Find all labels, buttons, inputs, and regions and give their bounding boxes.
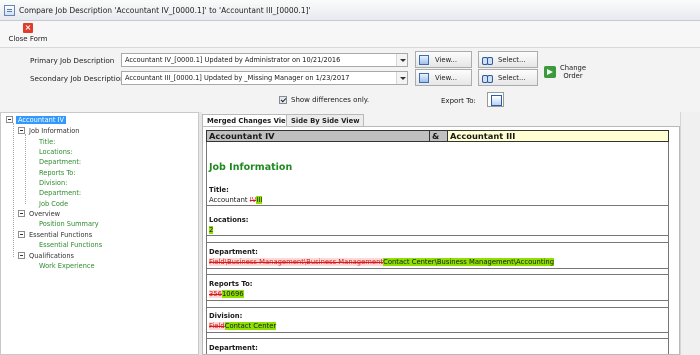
tree-item-work-experience[interactable]: Work Experience [39,262,95,270]
title-field-value: Accountant IVIII [209,196,263,204]
close-form-button[interactable]: × Close Form [8,23,48,45]
tree-item-title[interactable]: Title: [39,138,55,146]
collapse-toggle-icon[interactable] [18,252,25,259]
row-divider [206,242,669,243]
department-field-value: Field\Business Management\Business Manag… [209,258,555,266]
tree-group-essential-functions[interactable]: Essential Functions [29,231,92,239]
row-divider [206,300,669,301]
export-label: Export To: [441,97,476,105]
secondary-label: Secondary Job Description [30,74,125,83]
secondary-select-button[interactable]: Select... [478,69,538,86]
window-titlebar: Compare Job Description 'Accountant IV_[… [0,0,700,21]
added-text: III [256,196,263,204]
tree-item-job-code[interactable]: Job Code [39,200,68,208]
export-word-button[interactable] [487,92,504,107]
tree-item-locations[interactable]: Locations: [39,148,73,156]
removed-text: 356 [209,290,222,298]
row-divider [206,332,669,333]
document-header-row: Accountant IV & Accountant III [206,130,669,142]
tab-merged-changes[interactable]: Merged Changes View [202,114,297,126]
collapse-toggle-icon[interactable] [18,231,25,238]
document-table: Accountant IV & Accountant III Job Infor… [206,130,669,354]
show-differences-checkbox[interactable] [279,96,287,104]
tree-item-division[interactable]: Division: [39,179,67,187]
tree-item-reports-to[interactable]: Reports To: [39,169,76,177]
title-unchanged-text: Accountant [209,196,250,204]
tab-side-by-side[interactable]: Side By Side View [286,114,365,126]
primary-label: Primary Job Description [30,56,115,65]
merged-document: Accountant IV & Accountant III Job Infor… [202,126,680,355]
toolbar: × Close Form [0,21,700,48]
swap-icon [544,66,556,78]
collapse-toggle-icon[interactable] [18,210,25,217]
removed-text: Field\Business Management\Business Manag… [209,258,384,266]
added-text: Contact Center [224,322,277,330]
department-field-label: Department: [209,248,258,256]
division-field-value: FieldContact Center [209,322,277,330]
ampersand: & [430,131,448,141]
tree-guide [13,123,14,257]
collapse-toggle-icon[interactable] [18,127,25,134]
change-order-label: Change Order [559,64,587,80]
row-divider [206,274,669,275]
tree-item-department[interactable]: Department: [39,158,81,166]
binoculars-icon [482,73,493,83]
tree-guide [25,134,26,204]
tree-item-essential-functions[interactable]: Essential Functions [39,241,102,249]
added-text: 2 [209,226,214,234]
secondary-job-value: Accountant III_[0000.1] Updated by _Miss… [125,74,350,82]
reports-to-field-value: 35610696 [209,290,244,298]
window-title: Compare Job Description 'Accountant IV_[… [19,5,311,15]
section-title: Job Information [209,162,293,173]
comparison-pane: Merged Changes View Side By Side View Ac… [202,112,680,355]
locations-field-label: Locations: [209,216,249,224]
right-document-title: Accountant III [448,131,668,141]
section-tree: Accountant IV Job Information Title: Loc… [0,112,199,355]
app-icon [4,4,15,16]
tree-group-overview[interactable]: Overview [29,210,60,218]
primary-select-button[interactable]: Select... [478,51,538,68]
primary-job-value: Accountant IV_[0000.1] Updated by Admini… [125,56,341,64]
row-divider [206,235,669,236]
tree-item-department-2[interactable]: Department: [39,189,81,197]
secondary-view-button[interactable]: View... [415,69,472,86]
division-field-label: Division: [209,312,243,320]
primary-select-label: Select... [498,55,526,64]
department-2-field-label: Department: [209,344,258,352]
chevron-down-icon[interactable] [396,72,407,84]
collapse-toggle-icon[interactable] [6,116,13,123]
added-text: 10696 [221,290,244,298]
locations-field-value: 2 [209,226,214,234]
vertical-scrollbar[interactable] [680,112,700,355]
row-divider [206,338,669,339]
secondary-select-label: Select... [498,73,526,82]
primary-view-button[interactable]: View... [415,51,472,68]
comparison-form: Primary Job Description Accountant IV_[0… [0,48,700,112]
row-divider [206,205,669,206]
tree-group-job-information[interactable]: Job Information [29,127,79,135]
chevron-down-icon[interactable] [396,54,407,66]
primary-view-label: View... [435,55,457,64]
title-field-label: Title: [209,186,229,194]
view-icon [419,54,429,65]
secondary-job-select[interactable]: Accountant III_[0000.1] Updated by _Miss… [121,71,408,85]
row-divider [206,268,669,269]
close-icon: × [23,23,33,33]
change-order-button[interactable]: Change Order [543,59,588,91]
tree-item-position-summary[interactable]: Position Summary [39,220,99,228]
binoculars-icon [482,55,493,65]
view-icon [419,72,429,83]
tree-group-qualifications[interactable]: Qualifications [29,252,74,260]
added-text: Contact Center\Business Management\Accou… [383,258,555,266]
primary-job-select[interactable]: Accountant IV_[0000.1] Updated by Admini… [121,53,408,67]
left-document-title: Accountant IV [207,131,430,141]
close-form-label: Close Form [8,35,48,43]
removed-text: Field [209,322,225,330]
show-differences-label: Show differences only. [291,96,370,104]
secondary-view-label: View... [435,73,457,82]
reports-to-field-label: Reports To: [209,280,253,288]
show-differences-toggle[interactable]: Show differences only. [279,96,369,104]
tree-root[interactable]: Accountant IV [16,116,66,124]
row-divider [206,307,669,308]
